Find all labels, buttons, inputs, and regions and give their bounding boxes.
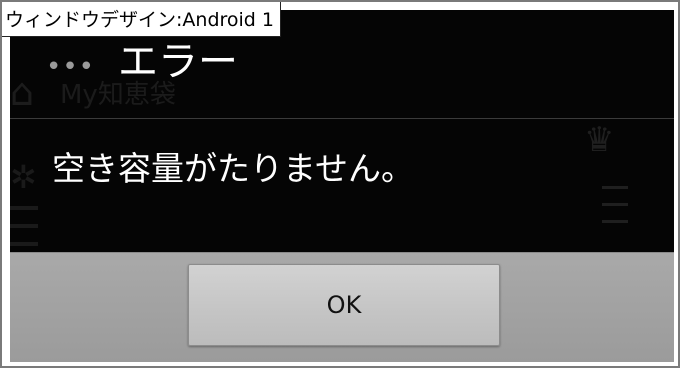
error-dialog: ⌂ My知恵袋 ✲ ♛ ••• エラー 空き容量がたりません。 OK [10, 10, 674, 362]
title-divider [10, 118, 674, 119]
crown-icon: ♛ [584, 120, 615, 160]
window-frame: ⌂ My知恵袋 ✲ ♛ ••• エラー 空き容量がたりません。 OK ウィンドウ… [0, 0, 680, 368]
dialog-message: 空き容量がたりません。 [52, 149, 415, 188]
ok-button[interactable]: OK [188, 264, 500, 346]
dialog-button-bar: OK [10, 252, 674, 362]
window-caption: ウィンドウデザイン:Android 1 [2, 2, 281, 37]
background-lines [602, 186, 628, 237]
dialog-title: エラー [118, 39, 238, 85]
overflow-dots-icon: ••• [46, 52, 96, 82]
gear-icon: ✲ [10, 158, 37, 196]
home-icon: ⌂ [10, 70, 35, 114]
